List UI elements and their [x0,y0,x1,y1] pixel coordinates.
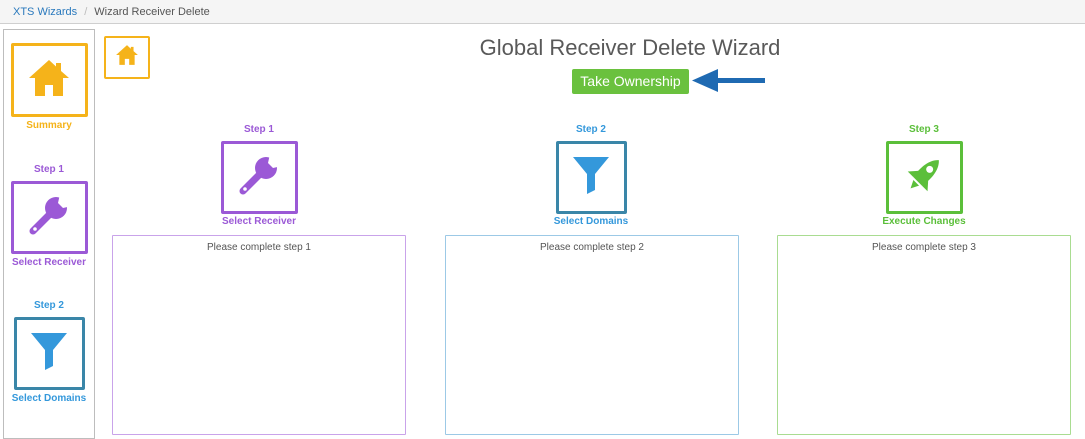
step-label: Select Domains [553,216,629,227]
step-label: Select Receiver [222,216,296,227]
step-2-panel: Please complete step 2 [445,235,739,435]
filter-icon [29,330,69,377]
sidebar-select-domains-tile[interactable] [13,317,85,390]
step-title: Step 2 [575,124,606,135]
step-3-header: Step 3 Execute Changes [874,124,974,228]
sidebar-step-label: Step 2 [33,300,64,311]
wrench-icon [26,192,72,243]
panel-message: Please complete step 1 [207,242,311,253]
home-icon [27,58,71,103]
sidebar-step-label: Step 1 [33,164,64,175]
take-ownership-button[interactable]: Take Ownership [572,69,689,94]
step-1-header: Step 1 Select Receiver [209,124,309,228]
sidebar-item-label: Select Domains [11,393,87,404]
step-3-panel: Please complete step 3 [777,235,1071,435]
sidebar-item-select-domains[interactable]: Step 2 Select Domains [4,300,94,405]
breadcrumb-separator: / [84,6,88,18]
step-1-panel: Please complete step 1 [112,235,406,435]
panel-message: Please complete step 3 [872,242,976,253]
step-title: Step 3 [908,124,939,135]
sidebar-item-label: Select Receiver [12,257,86,268]
step-2-tile[interactable] [555,141,627,214]
step-label: Execute Changes [882,216,966,227]
sidebar-item-select-receiver[interactable]: Step 1 Select Receiver [4,164,94,269]
step-1-tile[interactable] [220,141,298,214]
page-title: Global Receiver Delete Wizard [479,35,781,60]
rocket-icon [901,152,947,203]
sidebar-item-label: Summary [26,120,72,131]
breadcrumb-current: Wizard Receiver Delete [94,6,210,18]
sidebar: Summary Step 1 Select Receiver Step 2 Se… [3,29,95,439]
breadcrumb: XTS Wizards / Wizard Receiver Delete [0,0,1085,24]
filter-icon [571,154,611,201]
arrow-left-icon [692,68,766,99]
breadcrumb-root-link[interactable]: XTS Wizards [13,6,77,18]
step-2-header: Step 2 Select Domains [541,124,641,228]
panel-message: Please complete step 2 [540,242,644,253]
sidebar-select-receiver-tile[interactable] [10,181,88,254]
step-title: Step 1 [243,124,274,135]
wrench-icon [236,152,282,203]
step-3-tile[interactable] [885,141,963,214]
